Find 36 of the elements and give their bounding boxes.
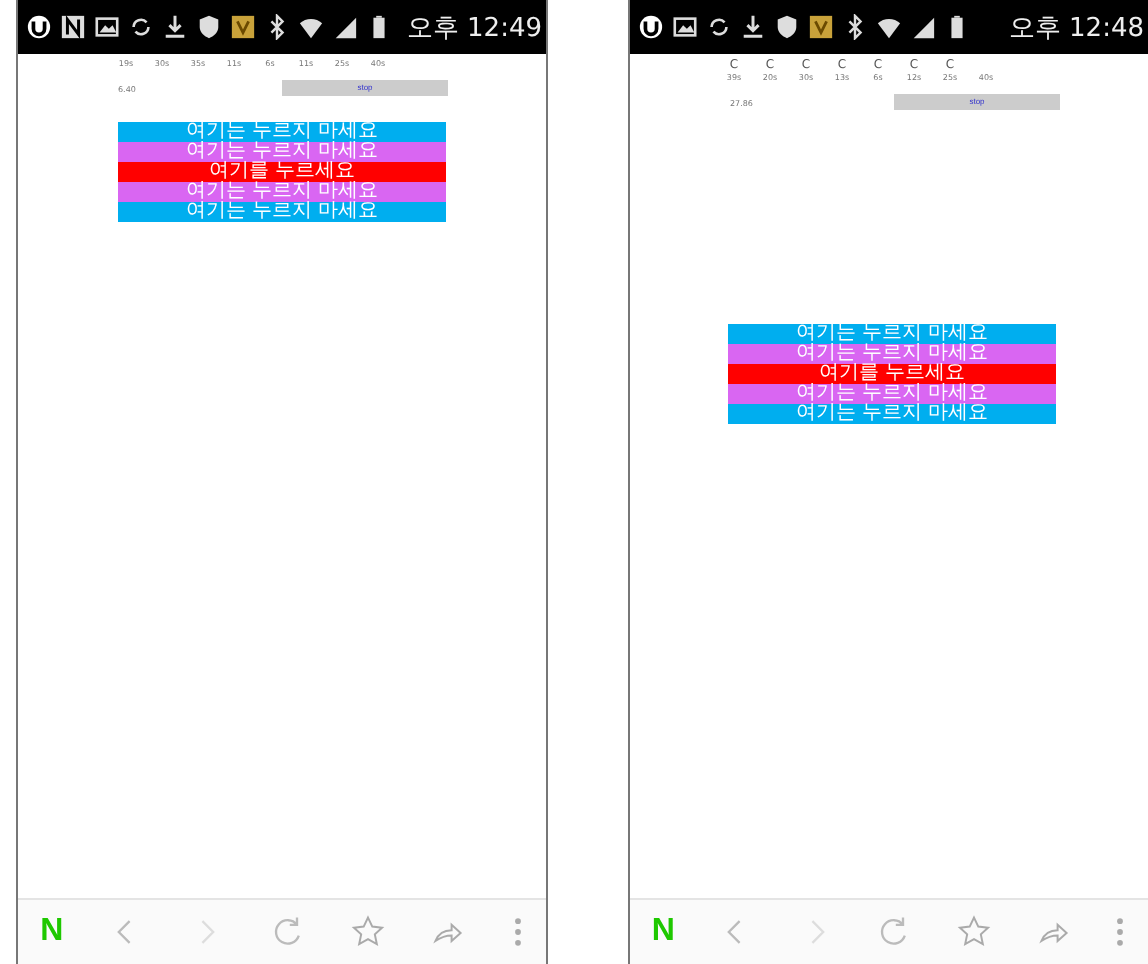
- image-icon: [672, 14, 698, 40]
- more-icon[interactable]: [511, 914, 524, 950]
- tap-row[interactable]: 여기는 누르지 마세요: [118, 142, 446, 162]
- circle-logo-icon: [638, 14, 664, 40]
- tap-row[interactable]: 여기를 누르세요: [118, 162, 446, 182]
- tap-row[interactable]: 여기를 누르세요: [728, 364, 1056, 384]
- tap-row[interactable]: 여기는 누르지 마세요: [118, 202, 446, 222]
- tap-row[interactable]: 여기는 누르지 마세요: [728, 344, 1056, 364]
- square-badge-icon: [808, 14, 834, 40]
- clock-time: 오후 12:48: [1008, 11, 1144, 45]
- home-logo[interactable]: N: [651, 914, 675, 950]
- tap-row[interactable]: 여기는 누르지 마세요: [728, 404, 1056, 424]
- tap-row[interactable]: 여기는 누르지 마세요: [728, 324, 1056, 344]
- shield-icon: [196, 14, 222, 40]
- download-icon: [162, 14, 188, 40]
- tap-row[interactable]: 여기는 누르지 마세요: [118, 122, 446, 142]
- wifi-icon: [298, 14, 324, 40]
- tap-row[interactable]: 여기는 누르지 마세요: [728, 384, 1056, 404]
- reload-icon[interactable]: [269, 914, 306, 950]
- star-icon[interactable]: [955, 914, 992, 950]
- more-icon[interactable]: [1114, 914, 1127, 950]
- shield-icon: [774, 14, 800, 40]
- clock-time: 오후 12:49: [406, 11, 542, 45]
- wifi-icon: [876, 14, 902, 40]
- star-icon[interactable]: [350, 914, 387, 950]
- signal-icon: [332, 14, 358, 40]
- circle-logo-icon: [26, 14, 52, 40]
- tap-row[interactable]: 여기는 누르지 마세요: [118, 182, 446, 202]
- signal-icon: [910, 14, 936, 40]
- sync-icon: [128, 14, 154, 40]
- home-logo[interactable]: N: [40, 914, 64, 950]
- square-badge-icon: [230, 14, 256, 40]
- image-icon: [94, 14, 120, 40]
- letter-box-icon: [60, 14, 86, 40]
- download-icon: [740, 14, 766, 40]
- sync-icon: [706, 14, 732, 40]
